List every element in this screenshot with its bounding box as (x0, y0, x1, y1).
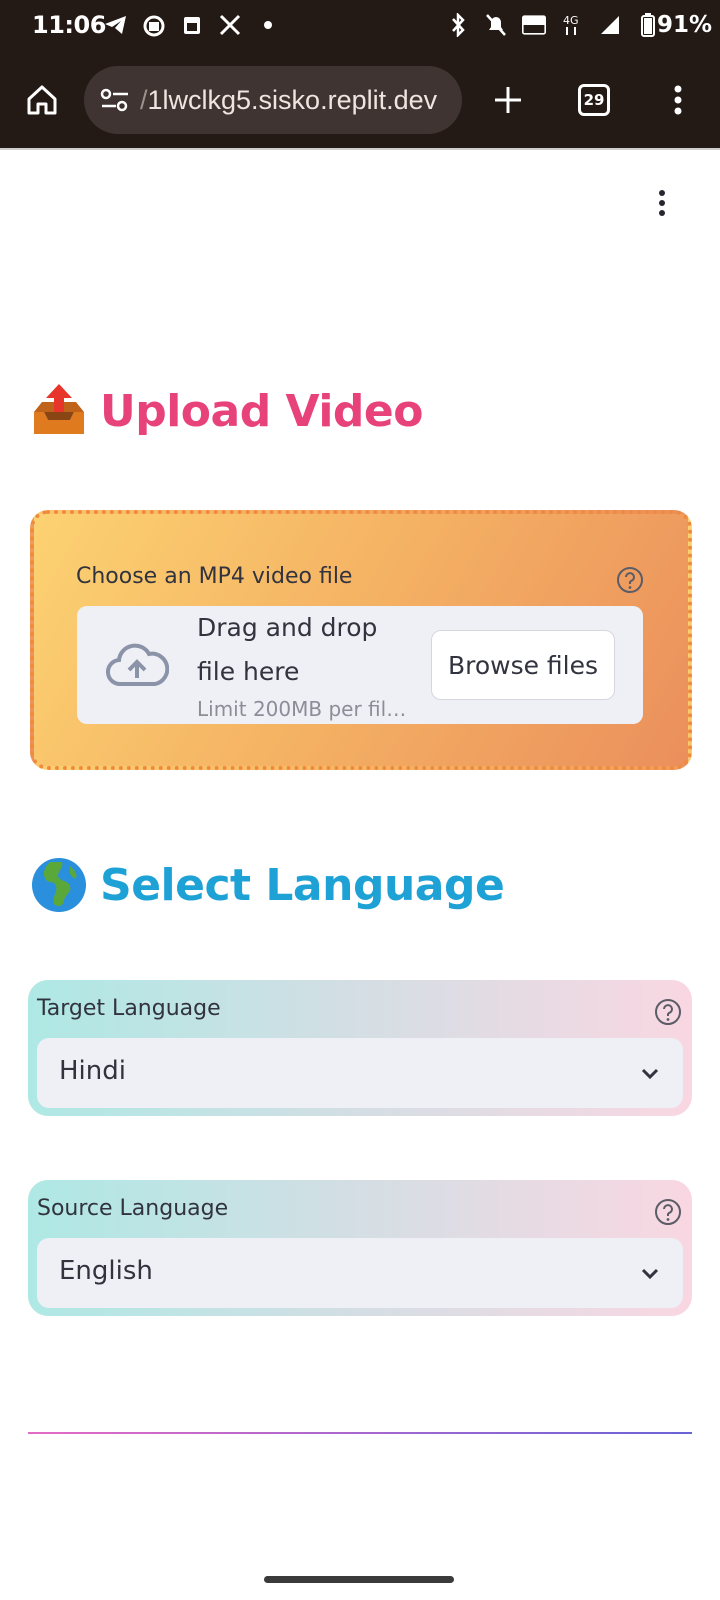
source-language-value: English (59, 1256, 153, 1286)
help-icon[interactable] (654, 998, 682, 1026)
x-icon (218, 12, 242, 38)
site-settings-icon[interactable] (98, 83, 132, 117)
upload-heading-text: Upload Video (100, 385, 423, 437)
shopping-bag-icon (142, 12, 166, 38)
telegram-icon (104, 12, 128, 38)
toolbar-divider (0, 148, 720, 150)
battery-percent: 91% (656, 12, 712, 38)
language-heading-text: Select Language (100, 859, 505, 911)
notification-dot-icon (256, 12, 280, 38)
dropzone-limit: Limit 200MB per file • MP4 (197, 697, 407, 721)
language-heading: Select Language (30, 856, 505, 914)
dropzone-title: Drag and drop file here (197, 613, 378, 686)
signal-icon (598, 12, 622, 38)
volte-icon (522, 12, 546, 38)
browser-menu-button[interactable] (650, 72, 706, 128)
tab-switcher-button[interactable]: 29 (566, 72, 622, 128)
chevron-down-icon (641, 1068, 659, 1080)
cloud-upload-icon (106, 643, 169, 687)
more-vert-icon (674, 85, 682, 115)
status-bar: 11:06 4G 91% (0, 0, 720, 52)
plus-icon (495, 87, 521, 113)
source-language-label: Source Language (37, 1196, 229, 1221)
tab-count: 29 (578, 84, 610, 116)
globe-icon (32, 858, 86, 912)
home-icon (27, 85, 57, 115)
source-language-select[interactable]: English (37, 1238, 683, 1308)
browse-files-button[interactable]: Browse files (431, 630, 615, 700)
app-menu-button[interactable] (650, 188, 674, 218)
outbox-tray-icon (34, 384, 84, 434)
bluetooth-icon (446, 12, 470, 38)
silent-bell-icon (484, 12, 508, 38)
target-language-value: Hindi (59, 1056, 126, 1086)
target-language-select[interactable]: Hindi (37, 1038, 683, 1108)
new-tab-button[interactable] (480, 72, 536, 128)
help-icon[interactable] (654, 1198, 682, 1226)
calendar-icon (180, 12, 204, 38)
svg-text:4G: 4G (563, 14, 579, 27)
network-4g-icon: 4G (560, 12, 584, 38)
section-divider (28, 1432, 692, 1434)
url-text[interactable]: /1lwclkg5.sisko.replit.dev (140, 85, 440, 116)
chevron-down-icon (641, 1268, 659, 1280)
upload-label: Choose an MP4 video file (76, 564, 353, 589)
target-language-card: Target Language Hindi (28, 980, 692, 1116)
target-language-label: Target Language (37, 996, 221, 1021)
file-dropzone[interactable]: Drag and drop file here Limit 200MB per … (77, 606, 643, 724)
status-time: 11:06 (32, 11, 106, 39)
browser-toolbar: /1lwclkg5.sisko.replit.dev 29 (0, 52, 720, 148)
source-language-card: Source Language English (28, 1180, 692, 1316)
address-bar[interactable]: /1lwclkg5.sisko.replit.dev (84, 66, 462, 134)
upload-heading: Upload Video (30, 382, 423, 440)
help-icon[interactable] (616, 566, 644, 594)
home-button[interactable] (14, 72, 70, 128)
gesture-home-indicator[interactable] (264, 1576, 454, 1583)
